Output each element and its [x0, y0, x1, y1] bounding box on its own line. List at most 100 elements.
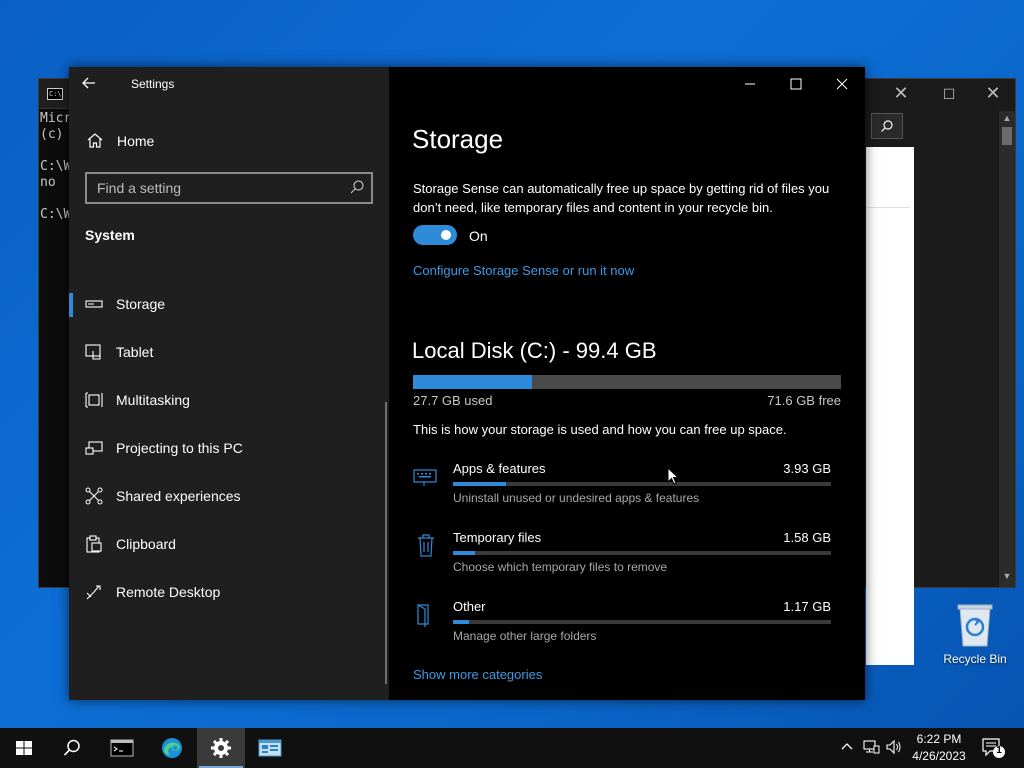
- notifications-button[interactable]: 1: [980, 736, 1006, 760]
- category-size: 1.17 GB: [783, 599, 831, 614]
- sidebar-scrollbar[interactable]: [385, 402, 387, 684]
- chevron-up-icon[interactable]: [838, 738, 856, 756]
- maximize-button[interactable]: [773, 67, 819, 101]
- category-usage-fill: [453, 620, 469, 624]
- shared-experiences-icon: [85, 487, 103, 505]
- category-subtitle: Choose which temporary files to remove: [453, 560, 668, 574]
- disk-free-label: 71.6 GB free: [767, 393, 841, 408]
- search-button[interactable]: [48, 728, 96, 768]
- close-icon[interactable]: ✕: [881, 79, 921, 109]
- console-text: Micr (c) C:\W no C:\W: [40, 111, 72, 222]
- back-arrow-icon[interactable]: [81, 75, 103, 95]
- search-placeholder: Find a setting: [97, 180, 182, 196]
- sidebar-item-projecting[interactable]: Projecting to this PC: [69, 425, 389, 473]
- clipboard-icon: [86, 535, 102, 553]
- app-title: Settings: [131, 77, 175, 91]
- search-icon[interactable]: [871, 113, 903, 139]
- taskbar: 6:22 PM 4/26/2023 1: [0, 728, 1024, 768]
- network-icon[interactable]: [862, 738, 880, 756]
- projecting-icon: [85, 441, 103, 455]
- category-size: 1.58 GB: [783, 530, 831, 545]
- sidebar-item-storage[interactable]: Storage: [69, 281, 389, 329]
- maximize-icon[interactable]: ☐: [929, 79, 969, 109]
- storage-sense-toggle[interactable]: [413, 225, 457, 245]
- gear-icon: [211, 738, 231, 758]
- show-more-categories-link[interactable]: Show more categories: [413, 667, 542, 682]
- taskbar-control-panel[interactable]: [246, 728, 294, 768]
- maximize-icon: [790, 78, 802, 90]
- search-icon: [63, 739, 80, 756]
- windows-logo-icon: [16, 741, 32, 755]
- volume-icon[interactable]: [885, 738, 903, 756]
- category-name: Temporary files: [453, 530, 542, 545]
- sidebar-item-tablet[interactable]: Tablet: [69, 329, 389, 377]
- sidebar-item-multitasking[interactable]: Multitasking: [69, 377, 389, 425]
- divider: [866, 207, 910, 208]
- page-title: Storage: [412, 124, 504, 154]
- recycle-bin-label: Recycle Bin: [943, 652, 1007, 666]
- search-icon[interactable]: [349, 179, 365, 195]
- category-apps-features[interactable]: Apps & features 3.93 GB Uninstall unused…: [413, 461, 843, 523]
- category-name: Apps & features: [453, 461, 546, 476]
- category-subtitle: Manage other large folders: [453, 629, 597, 643]
- sidebar-item-clipboard[interactable]: Clipboard: [69, 521, 389, 569]
- multitasking-icon: [85, 392, 103, 408]
- sidebar-item-shared-experiences[interactable]: Shared experiences: [69, 473, 389, 521]
- toggle-knob: [441, 230, 451, 240]
- clock-date[interactable]: 4/26/2023: [906, 749, 972, 763]
- sidebar-item-label: Tablet: [116, 344, 154, 360]
- keyboard-icon: [413, 469, 437, 486]
- toggle-state-label: On: [469, 228, 488, 244]
- sidebar-item-remote-desktop[interactable]: Remote Desktop: [69, 569, 389, 617]
- category-usage-bar: [453, 551, 831, 555]
- remote-desktop-icon: [86, 585, 101, 600]
- category-other[interactable]: Other 1.17 GB Manage other large folders: [413, 599, 843, 661]
- sidebar-item-label: Clipboard: [116, 536, 176, 552]
- scroll-up-icon[interactable]: ▲: [999, 113, 1015, 125]
- close-icon: [836, 78, 848, 90]
- search-input[interactable]: Find a setting: [85, 172, 373, 204]
- minimize-button[interactable]: [727, 67, 773, 101]
- category-usage-fill: [453, 482, 506, 486]
- disk-used-label: 27.7 GB used: [413, 393, 493, 408]
- background-content-panel: [866, 147, 914, 665]
- configure-storage-sense-link[interactable]: Configure Storage Sense or run it now: [413, 263, 634, 278]
- sidebar-item-label: Multitasking: [116, 392, 190, 408]
- disk-title: Local Disk (C:) - 99.4 GB: [412, 338, 657, 363]
- category-usage-bar: [453, 620, 831, 624]
- notification-count: 1: [996, 745, 1002, 756]
- scroll-down-icon[interactable]: ▼: [999, 571, 1015, 583]
- taskbar-settings[interactable]: [197, 728, 245, 768]
- category-usage-bar: [453, 482, 831, 486]
- minimize-icon: [745, 83, 755, 85]
- taskbar-edge[interactable]: [148, 728, 196, 768]
- control-panel-icon: [258, 739, 282, 757]
- cmd-icon: C:\: [47, 88, 63, 100]
- category-size: 3.93 GB: [783, 461, 831, 476]
- taskbar-command-prompt[interactable]: [98, 728, 146, 768]
- category-temporary-files[interactable]: Temporary files 1.58 GB Choose which tem…: [413, 530, 843, 592]
- home-link[interactable]: Home: [117, 133, 154, 149]
- command-prompt-icon: [110, 739, 134, 757]
- mouse-cursor-icon: [667, 467, 679, 485]
- start-button[interactable]: [0, 728, 48, 768]
- sidebar-item-label: Projecting to this PC: [116, 440, 243, 456]
- recycle-bin-shortcut[interactable]: Recycle Bin: [938, 600, 1012, 670]
- scroll-thumb[interactable]: [1002, 127, 1012, 145]
- category-subtitle: Uninstall unused or undesired apps & fea…: [453, 491, 700, 505]
- disk-usage-fill: [413, 375, 533, 389]
- close-button[interactable]: [819, 67, 865, 101]
- category-name: Other: [453, 599, 486, 614]
- close-icon[interactable]: ✕: [973, 79, 1013, 109]
- sidebar-item-label: Storage: [116, 296, 166, 312]
- section-title: System: [85, 227, 135, 243]
- storage-sense-description: Storage Sense can automatically free up …: [413, 181, 830, 215]
- tablet-icon: [85, 344, 101, 360]
- trash-icon: [418, 534, 434, 557]
- clock-time[interactable]: 6:22 PM: [912, 732, 966, 746]
- sidebar-item-label: Remote Desktop: [116, 584, 221, 600]
- recycle-bin-icon: [957, 604, 993, 647]
- storage-icon: [85, 300, 103, 308]
- scrollbar[interactable]: ▲ ▼: [999, 111, 1015, 587]
- settings-window[interactable]: Settings Home Find a setting System Stor…: [69, 67, 865, 700]
